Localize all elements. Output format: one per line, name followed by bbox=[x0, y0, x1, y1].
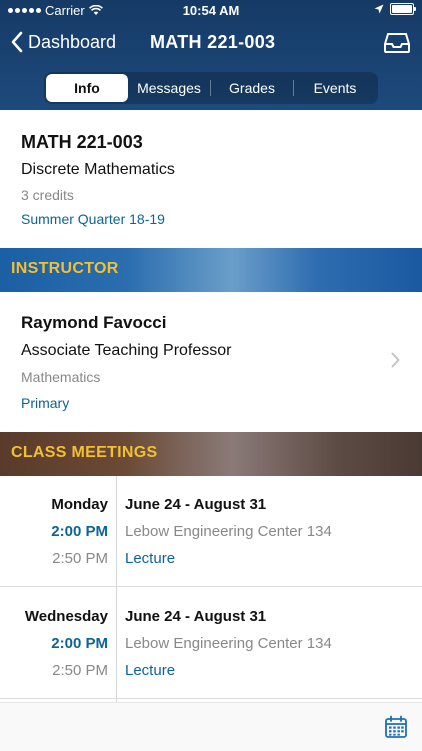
meeting-row: Wednesday 2:00 PM 2:50 PM June 24 - Augu… bbox=[0, 588, 422, 700]
course-credits: 3 credits bbox=[21, 187, 74, 203]
tab-info[interactable]: Info bbox=[46, 74, 128, 102]
bottom-toolbar bbox=[0, 702, 422, 751]
meeting-dates: June 24 - August 31 bbox=[125, 496, 267, 513]
page-title: MATH 221-003 bbox=[150, 32, 276, 52]
back-button[interactable]: Dashboard bbox=[10, 31, 116, 53]
row-divider bbox=[0, 586, 422, 587]
instructor-department: Mathematics bbox=[21, 369, 101, 385]
meeting-location: Lebow Engineering Center 134 bbox=[125, 635, 332, 652]
meeting-end-time: 2:50 PM bbox=[52, 662, 108, 679]
status-time: 10:54 AM bbox=[182, 3, 240, 18]
navigation-header: Carrier 10:54 AM Dashboard MATH 221-003 … bbox=[0, 0, 422, 110]
course-code: MATH 221-003 bbox=[21, 132, 143, 152]
course-term: Summer Quarter 18-19 bbox=[21, 211, 165, 227]
row-divider bbox=[0, 698, 422, 699]
nav-row: Dashboard MATH 221-003 bbox=[0, 28, 422, 62]
chevron-right-icon bbox=[391, 352, 400, 368]
meeting-row: Monday 2:00 PM 2:50 PM June 24 - August … bbox=[0, 476, 422, 588]
back-button-label: Dashboard bbox=[28, 31, 117, 52]
course-name: Discrete Mathematics bbox=[21, 161, 175, 178]
battery-icon bbox=[390, 3, 416, 15]
tab-grades[interactable]: Grades bbox=[211, 74, 293, 102]
meeting-type: Lecture bbox=[125, 662, 176, 679]
tab-messages[interactable]: Messages bbox=[128, 74, 210, 102]
meeting-dates: June 24 - August 31 bbox=[125, 608, 267, 625]
class-meetings-section-header: CLASS MEETINGS bbox=[0, 432, 422, 476]
chevron-left-icon bbox=[11, 31, 23, 53]
meeting-end-time: 2:50 PM bbox=[52, 550, 108, 567]
status-right bbox=[374, 3, 416, 15]
instructor-title: Associate Teaching Professor bbox=[21, 342, 232, 359]
meeting-type: Lecture bbox=[125, 550, 176, 567]
tab-events[interactable]: Events bbox=[294, 74, 376, 102]
meeting-location: Lebow Engineering Center 134 bbox=[125, 523, 332, 540]
meeting-day: Wednesday bbox=[24, 608, 108, 625]
meeting-day: Monday bbox=[51, 496, 108, 513]
instructor-role: Primary bbox=[21, 395, 70, 411]
location-icon bbox=[374, 4, 384, 14]
instructor-row[interactable]: Raymond Favocci Associate Teaching Profe… bbox=[0, 292, 422, 432]
course-summary: MATH 221-003 Discrete Mathematics 3 cred… bbox=[0, 110, 422, 248]
instructor-name: Raymond Favocci bbox=[21, 313, 167, 332]
class-meetings-section-title: CLASS MEETINGS bbox=[11, 444, 158, 461]
meeting-start-time: 2:00 PM bbox=[51, 523, 108, 540]
instructor-section-header: INSTRUCTOR bbox=[0, 248, 422, 292]
segmented-control: Info Messages Grades Events bbox=[44, 72, 378, 104]
calendar-icon[interactable] bbox=[384, 715, 408, 739]
meeting-start-time: 2:00 PM bbox=[51, 635, 108, 652]
status-bar: Carrier 10:54 AM bbox=[0, 0, 422, 22]
instructor-section-title: INSTRUCTOR bbox=[11, 260, 119, 277]
inbox-icon[interactable] bbox=[384, 33, 410, 53]
